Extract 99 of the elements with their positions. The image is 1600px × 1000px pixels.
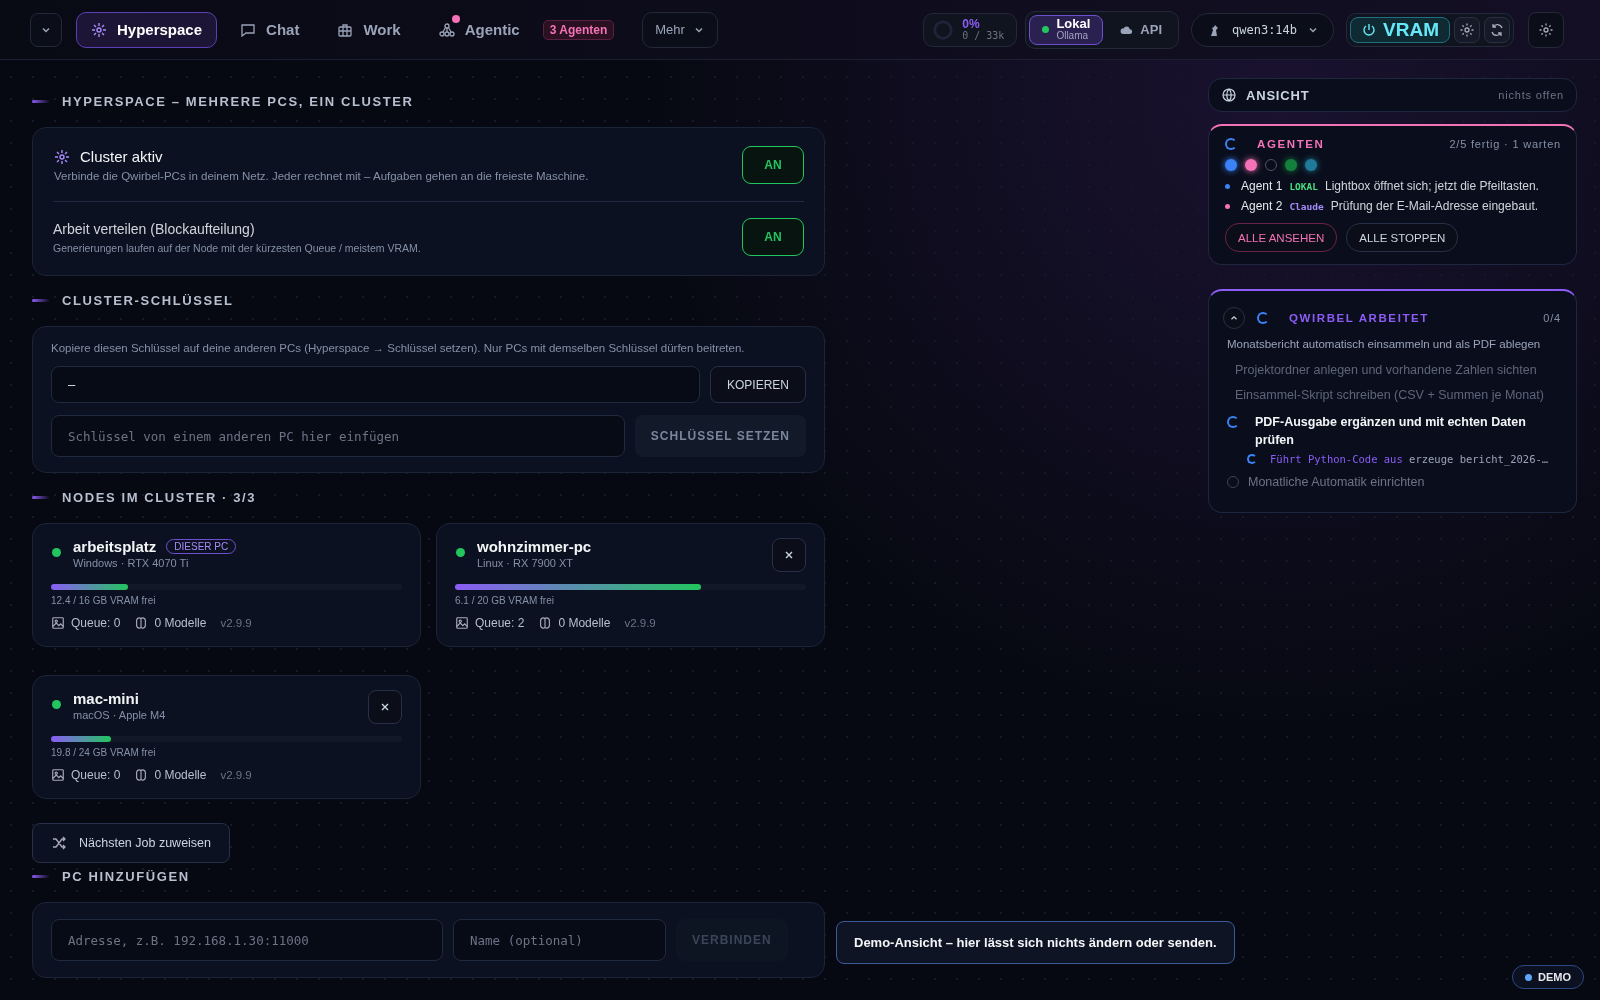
view-all-button[interactable]: ALLE ANSEHEN (1225, 223, 1338, 252)
mode-option[interactable]: Lokal Ollama (1029, 14, 1104, 45)
brain-icon (134, 616, 149, 630)
vram-text: 6.1 / 20 GB VRAM frei (455, 595, 555, 606)
close-icon (783, 549, 795, 561)
task-goal: Monatsbericht automatisch einsammeln und als PDF ablegen (1227, 338, 1542, 350)
cloud-icon (1120, 24, 1134, 35)
setting-description: Verbinde die Qwirbel-PCs in deinem Netz. Jeder rechnet mit – Aufgaben gehen an die freieste Maschine. (54, 170, 589, 182)
image-icon (51, 768, 65, 782)
section-heading: PC HINZUFÜGEN (62, 869, 190, 884)
node-name: mac-mini (73, 690, 139, 707)
demo-badge: DEMO (1512, 965, 1584, 989)
assign-job-button[interactable]: Nächsten Job zuweisen (32, 823, 231, 863)
queue-count: Queue: 2 (475, 616, 525, 630)
vram-text: 12.4 / 16 GB VRAM frei (51, 595, 157, 606)
agent-name: Agent 1 (1241, 179, 1283, 193)
agent-tag: LOKAL (1289, 180, 1318, 192)
setting-description: Generierungen laufen auf der Node mit der kürzesten Queue / meistem VRAM. (53, 241, 421, 254)
setting-title: Arbeit verteilen (Blockaufteilung) (53, 220, 255, 237)
version-label: v2.9.9 (220, 617, 252, 629)
refresh-button[interactable] (1484, 16, 1510, 43)
settings-button[interactable] (1454, 16, 1480, 43)
version-label: v2.9.9 (624, 617, 656, 629)
panel-status: 2/5 fertig · 1 warten (1449, 138, 1561, 150)
power-icon (1361, 21, 1378, 38)
section-heading: NODES IM CLUSTER · 3/3 (62, 490, 257, 505)
sparkle-icon (91, 21, 107, 38)
section-heading: CLUSTER-SCHLÜSSEL (62, 293, 234, 308)
node-spec: macOS · Apple M4 (73, 709, 167, 721)
queue-count: Queue: 0 (71, 616, 121, 630)
demo-toast: Demo-Ansicht – hier lässt sich nichts ändern oder senden. (836, 921, 1235, 964)
globe-icon (1221, 87, 1237, 103)
copy-button[interactable]: KOPIEREN (710, 366, 806, 403)
shuffle-icon (51, 835, 67, 851)
key-hint: Kopiere diesen Schlüssel auf deine anderen PCs (Hyperspace → Schlüssel setzen). Nur PCs mit demselben Schlüssel dürfen beitreten. (51, 342, 746, 354)
setting-title: Cluster aktiv (80, 148, 163, 165)
step-count: 0/4 (1543, 312, 1561, 324)
section-heading: HYPERSPACE – MEHRERE PCS, EIN CLUSTER (62, 94, 414, 109)
brain-icon (538, 616, 553, 630)
network-icon (438, 21, 455, 38)
vram-text: 19.8 / 24 GB VRAM frei (51, 747, 157, 758)
briefcase-icon (337, 21, 354, 38)
close-icon (379, 701, 391, 713)
agent-name: Agent 2 (1241, 199, 1283, 213)
agent-count-badge: 3 Agenten (542, 19, 615, 40)
stop-all-button[interactable]: ALLE STOPPEN (1346, 223, 1459, 252)
mode-option[interactable]: API (1107, 14, 1175, 45)
node-name: wohnzimmer-pc (477, 538, 592, 555)
spinner-icon (1247, 454, 1257, 465)
gear-icon (1459, 21, 1475, 38)
key-input-field[interactable]: Schlüssel von einem anderen PC hier einfügen (51, 415, 625, 457)
task-step: PDF-Ausgabe ergänzen und mit echten Daten prüfen (1255, 413, 1561, 450)
name-field[interactable]: Name (optional) (453, 919, 666, 961)
agent-tag: Claude (1289, 200, 1324, 212)
model-selector[interactable]: qwen3:14b (1191, 12, 1335, 47)
agent-message: Prüfung der E-Mail-Adresse eingebaut. (1330, 199, 1539, 213)
sparkle-icon (54, 148, 70, 165)
spinner-icon (1257, 312, 1269, 324)
panel-title: AGENTEN (1257, 138, 1325, 150)
agent-message: Lightbox öffnet sich; jetzt die Pfeiltasten. (1325, 179, 1539, 193)
node-spec: Linux · RX 7900 XT (477, 557, 574, 569)
nav-tab[interactable]: Chat (225, 11, 315, 48)
panel-title: QWIRBEL ARBEITET (1289, 312, 1429, 324)
more-menu-button[interactable]: Mehr (642, 11, 718, 48)
settings-button[interactable] (1528, 11, 1564, 48)
brain-icon (134, 768, 149, 782)
collapse-button[interactable] (1223, 307, 1245, 329)
nav-tab[interactable]: Hyperspace (76, 11, 218, 48)
key-field[interactable]: – (51, 366, 700, 403)
model-count: 0 Modelle (154, 616, 207, 630)
nav-tab[interactable]: Agentic (423, 11, 535, 48)
spinner-icon (1225, 138, 1237, 150)
set-key-button[interactable]: SCHLÜSSEL SETZEN (634, 415, 806, 457)
node-spec: Windows · RTX 4070 Ti (73, 557, 190, 569)
nav-tab[interactable]: Work (322, 11, 416, 48)
chat-icon (240, 21, 257, 38)
queue-count: Queue: 0 (71, 768, 121, 782)
task-step: Einsammel-Skript schreiben (CSV + Summen je Monat) (1235, 388, 1561, 402)
model-count: 0 Modelle (558, 616, 611, 630)
address-field[interactable]: Adresse, z.B. 192.168.1.30:11000 (51, 919, 443, 961)
vram-button[interactable]: VRAM (1350, 16, 1450, 43)
image-icon (455, 616, 469, 630)
toggle-button[interactable]: AN (742, 218, 804, 256)
gear-icon (1538, 21, 1554, 38)
toggle-button[interactable]: AN (742, 146, 804, 184)
version-label: v2.9.9 (220, 769, 252, 781)
image-icon (51, 616, 65, 630)
spinner-icon (1227, 416, 1239, 428)
close-button[interactable] (772, 538, 806, 572)
task-step: Projektordner anlegen und vorhandene Zahlen sichten (1235, 363, 1561, 377)
node-name: arbeitsplatz (73, 538, 157, 555)
step-detail: Führt Python-Code aus erzeuge bericht_2026-… (1270, 453, 1549, 466)
panel-status: nichts offen (1498, 89, 1564, 101)
close-button[interactable] (368, 690, 402, 724)
panel-title: ANSICHT (1246, 87, 1310, 103)
task-step: Monatliche Automatik einrichten (1248, 475, 1425, 490)
model-count: 0 Modelle (154, 768, 207, 782)
refresh-icon (1489, 21, 1505, 38)
context-meter: 0% 0 / 33k (923, 12, 1018, 47)
